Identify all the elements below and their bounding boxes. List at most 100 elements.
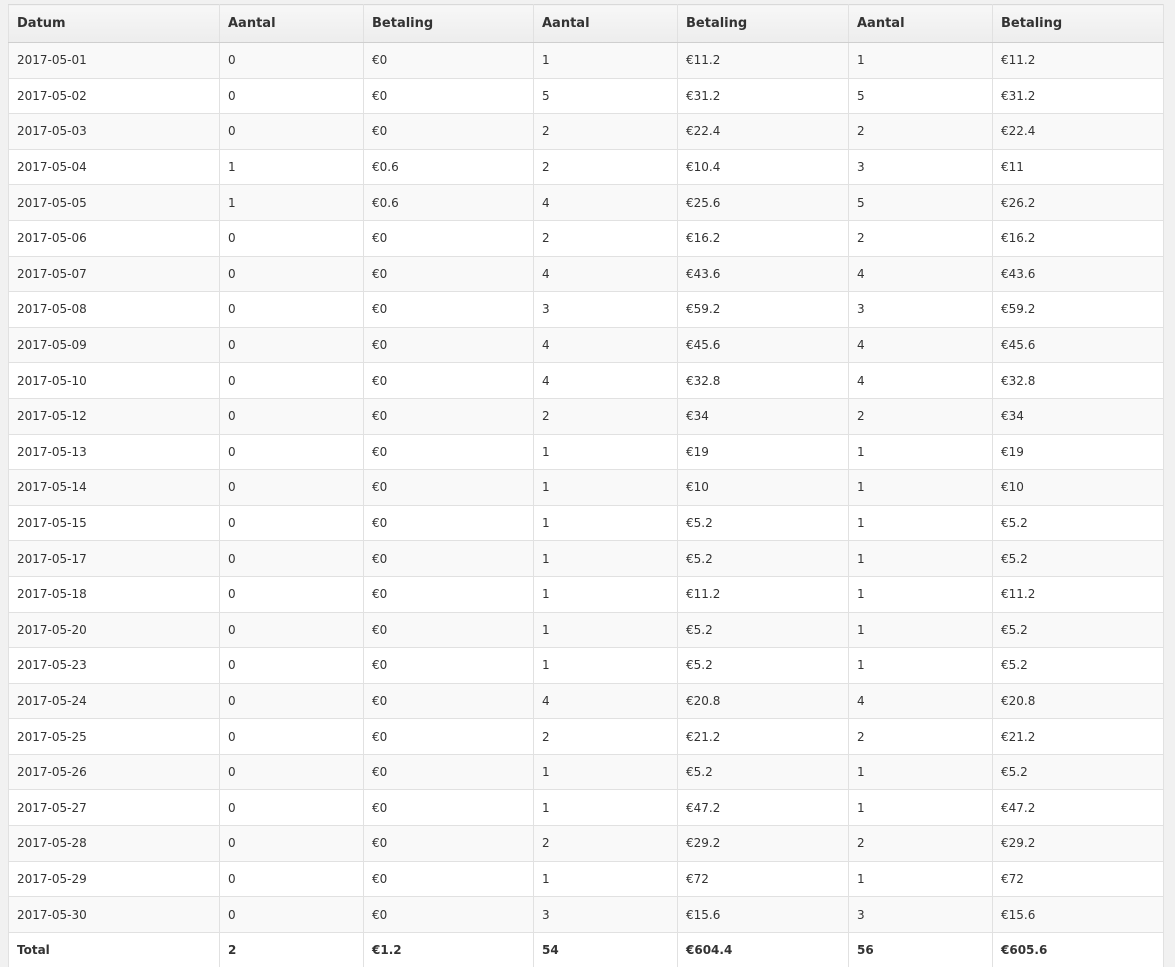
table-cell: 2 [533,825,678,862]
table-cell: €0 [363,789,534,827]
date-cell: 2017-05-10 [8,362,220,399]
table-cell: 4 [848,255,993,293]
date-cell: 2017-05-02 [8,77,220,115]
table-cell: 0 [219,575,364,613]
total-cell: 2 [219,931,364,967]
total-cell: 56 [848,931,993,967]
table-cell: €10.4 [677,148,849,186]
table-cell: 0 [219,753,364,791]
column-header-datum[interactable]: Datum [8,4,220,43]
table-cell: €22.4 [992,113,1164,150]
table-cell: 1 [533,433,678,471]
table-row: 2017-05-18 0 €0 1 €11.2 1 €11.2 [8,575,1164,613]
table-cell: €34 [677,397,849,435]
table-row: 2017-05-12 0 €0 2 €34 2 €34 [8,397,1164,435]
table-cell: 1 [848,42,993,79]
table-cell: 1 [533,575,678,613]
table-cell: 4 [848,682,993,720]
table-cell: €32.8 [992,362,1164,399]
table-cell: €0 [363,362,534,399]
table-footer: Total 2 €1.2 54 €604.4 56 €605.6 [8,931,1164,967]
column-header-aantal[interactable]: Aantal [219,4,364,43]
date-cell: 2017-05-08 [8,291,220,328]
date-cell: 2017-05-24 [8,682,220,720]
column-header-betaling[interactable]: Betaling [677,4,849,43]
table-cell: 2 [533,397,678,435]
table-cell: 1 [533,647,678,684]
table-cell: €0 [363,860,534,898]
table-cell: 3 [533,291,678,328]
table-cell: €47.2 [677,789,849,827]
date-cell: 2017-05-05 [8,184,220,221]
table-row: 2017-05-17 0 €0 1 €5.2 1 €5.2 [8,540,1164,577]
table-cell: 1 [533,42,678,79]
table-cell: €31.2 [992,77,1164,115]
date-cell: 2017-05-04 [8,148,220,186]
table-cell: €21.2 [677,718,849,755]
table-cell: 1 [848,504,993,542]
table-cell: €5.2 [992,504,1164,542]
table-cell: 0 [219,825,364,862]
table-cell: 2 [533,148,678,186]
table-cell: €11.2 [992,42,1164,79]
table-cell: 0 [219,504,364,542]
table-cell: €0 [363,255,534,293]
table-cell: 1 [533,469,678,506]
table-cell: €0 [363,77,534,115]
table-row: 2017-05-24 0 €0 4 €20.8 4 €20.8 [8,682,1164,720]
table-cell: 1 [533,860,678,898]
column-header-aantal[interactable]: Aantal [848,4,993,43]
table-cell: 1 [848,789,993,827]
table-cell: €25.6 [677,184,849,221]
date-cell: 2017-05-12 [8,397,220,435]
date-cell: 2017-05-26 [8,753,220,791]
column-header-betaling[interactable]: Betaling [992,4,1164,43]
table-cell: €11.2 [677,42,849,79]
table-row: 2017-05-30 0 €0 3 €15.6 3 €15.6 [8,896,1164,933]
table-row: 2017-05-09 0 €0 4 €45.6 4 €45.6 [8,326,1164,364]
table-cell: €0 [363,647,534,684]
table-cell: €59.2 [677,291,849,328]
table-cell: €0 [363,42,534,79]
table-cell: €0.6 [363,148,534,186]
table-cell: 0 [219,397,364,435]
date-cell: 2017-05-14 [8,469,220,506]
table-cell: €15.6 [992,896,1164,933]
date-cell: 2017-05-30 [8,896,220,933]
table-row: 2017-05-23 0 €0 1 €5.2 1 €5.2 [8,647,1164,684]
table-cell: €0 [363,753,534,791]
table-cell: €5.2 [992,540,1164,577]
table-cell: €5.2 [992,753,1164,791]
table-cell: €19 [992,433,1164,471]
table-cell: €11.2 [992,575,1164,613]
table-cell: €0 [363,825,534,862]
table-cell: 0 [219,718,364,755]
date-cell: 2017-05-15 [8,504,220,542]
table-cell: 1 [533,504,678,542]
date-cell: 2017-05-06 [8,219,220,257]
table-cell: €19 [677,433,849,471]
table-cell: €0 [363,682,534,720]
table-cell: 5 [533,77,678,115]
column-header-aantal[interactable]: Aantal [533,4,678,43]
table-cell: 1 [848,647,993,684]
date-cell: 2017-05-09 [8,326,220,364]
total-row: Total 2 €1.2 54 €604.4 56 €605.6 [8,931,1164,967]
table-cell: €5.2 [992,611,1164,649]
table-cell: 0 [219,77,364,115]
column-header-betaling[interactable]: Betaling [363,4,534,43]
table-cell: €5.2 [677,504,849,542]
table-cell: 5 [848,77,993,115]
table-cell: €20.8 [677,682,849,720]
table-cell: 1 [533,540,678,577]
table-cell: 0 [219,540,364,577]
table-cell: €43.6 [992,255,1164,293]
date-cell: 2017-05-13 [8,433,220,471]
table-cell: €0 [363,575,534,613]
table-cell: 0 [219,896,364,933]
table-cell: 1 [848,433,993,471]
table-cell: 0 [219,611,364,649]
table-cell: 4 [533,326,678,364]
table-row: 2017-05-29 0 €0 1 €72 1 €72 [8,860,1164,898]
table-cell: 4 [533,682,678,720]
